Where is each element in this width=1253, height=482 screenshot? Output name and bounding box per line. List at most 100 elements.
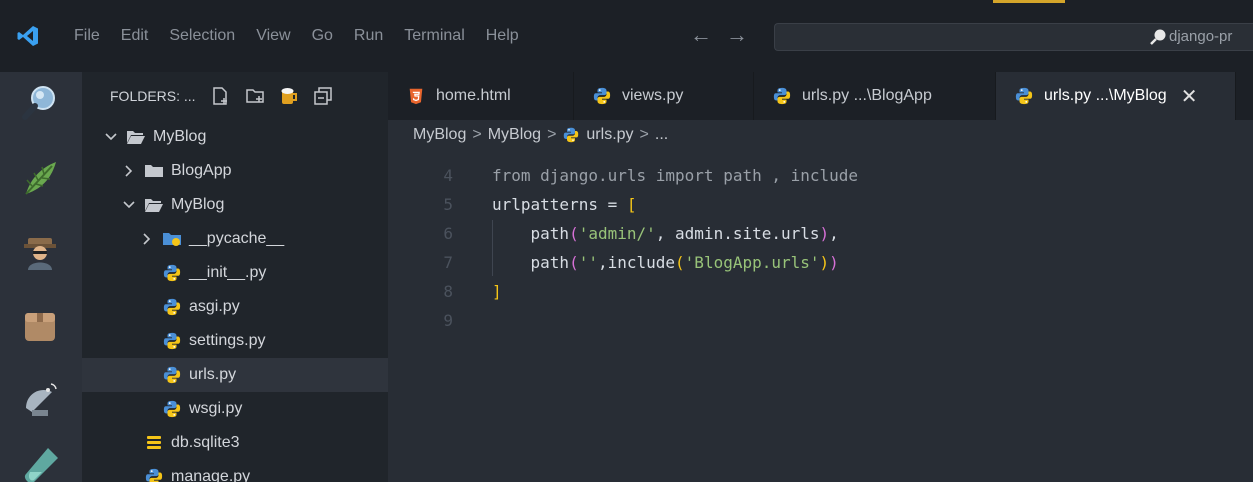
python-file-icon: [1015, 87, 1033, 105]
breadcrumb-item[interactable]: urls.py: [586, 126, 633, 144]
tree-item-label: __init__.py: [189, 264, 267, 281]
python-file-icon: [773, 87, 791, 105]
chevron-right-icon: [125, 165, 133, 177]
menu-bar: File Edit Selection View Go Run Terminal Help: [74, 0, 540, 72]
accent-indicator: [993, 0, 1065, 3]
code-token: urlpatterns =: [492, 195, 627, 214]
code-token: (: [569, 224, 579, 243]
code-text: ]: [492, 278, 502, 306]
tab-views-py[interactable]: views.py: [574, 72, 754, 120]
html-file-icon: [409, 88, 423, 105]
back-arrow-icon[interactable]: ←: [690, 24, 712, 46]
extensions-box-icon[interactable]: [18, 304, 62, 348]
menu-item-run[interactable]: Run: [354, 27, 383, 45]
search-icon: [1150, 29, 1166, 45]
tree-item-label: settings.py: [189, 332, 266, 349]
code-token: 'admin/': [578, 224, 656, 243]
breadcrumb-item[interactable]: ...: [655, 126, 668, 144]
menu-item-view[interactable]: View: [256, 27, 290, 45]
menu-item-file[interactable]: File: [74, 27, 100, 45]
breadcrumb-separator: >: [547, 126, 557, 143]
activity-bar: [0, 72, 82, 482]
code-text: path('',include('BlogApp.urls')): [492, 249, 839, 277]
vscode-logo-icon[interactable]: [16, 24, 40, 48]
testing-flask-icon[interactable]: [18, 444, 62, 482]
navigation-arrows: ← →: [690, 24, 748, 46]
line-number: 7: [443, 253, 453, 272]
code-token: ): [819, 224, 830, 243]
code-token: 'BlogApp.urls': [684, 253, 820, 272]
menu-item-go[interactable]: Go: [312, 27, 333, 45]
tree-item-wsgi-py[interactable]: wsgi.py: [82, 392, 388, 426]
tab-home-html[interactable]: home.html: [388, 72, 574, 120]
code-line: 7 path('',include('BlogApp.urls')): [388, 249, 1253, 277]
tree-item-blogapp[interactable]: BlogApp: [82, 154, 388, 188]
tree-item-settings-py[interactable]: settings.py: [82, 324, 388, 358]
line-number: 5: [443, 195, 453, 214]
tab-label: urls.py ...\MyBlog: [1044, 87, 1167, 104]
command-center-search[interactable]: django-pr: [774, 23, 1253, 51]
menu-item-selection[interactable]: Selection: [169, 27, 235, 45]
tab-urls-py-myblog[interactable]: urls.py ...\MyBlog ✕: [996, 72, 1236, 120]
tree-item-label: wsgi.py: [189, 400, 243, 417]
source-control-leaf-icon[interactable]: [18, 156, 62, 200]
tab-urls-py-blogapp[interactable]: urls.py ...\BlogApp: [754, 72, 996, 120]
new-file-icon[interactable]: [210, 85, 232, 107]
debug-agent-icon[interactable]: [18, 230, 62, 274]
tree-item-label: MyBlog: [153, 128, 207, 145]
tree-item-myblog[interactable]: MyBlog: [82, 120, 388, 154]
code-token: (: [675, 253, 685, 272]
code-text: path('admin/', admin.site.urls),: [492, 220, 839, 248]
code-token: ): [829, 253, 839, 272]
tree-item--init-py[interactable]: __init__.py: [82, 256, 388, 290]
breadcrumb-item[interactable]: MyBlog: [413, 126, 466, 144]
code-line: 8]: [388, 278, 1253, 306]
chevron-right-icon: [143, 233, 151, 245]
tree-item-urls-py[interactable]: urls.py: [82, 358, 388, 392]
tree-item-manage-py[interactable]: manage.py: [82, 460, 388, 482]
database-file-icon: [147, 436, 161, 449]
python-file-icon: [564, 127, 579, 143]
explorer-sidebar: FOLDERS: ... MyBlog BlogApp MyBlog __pycach…: [82, 72, 388, 482]
code-token: ,: [829, 224, 839, 243]
title-bar: File Edit Selection View Go Run Terminal Help ←…: [0, 0, 1253, 72]
search-magnifier-icon[interactable]: [18, 80, 62, 124]
python-file-icon: [163, 264, 181, 282]
tab-label: home.html: [436, 87, 511, 104]
menu-item-edit[interactable]: Edit: [121, 27, 149, 45]
code-editor[interactable]: from django.urls import path , include 4…: [388, 120, 1253, 482]
python-file-icon: [163, 298, 181, 316]
python-file-icon: [163, 366, 181, 384]
tree-item-db-sqlite3[interactable]: db.sqlite3: [82, 426, 388, 460]
folder-open-icon: [145, 199, 163, 212]
code-line: 6 path('admin/', admin.site.urls),: [388, 220, 1253, 248]
tree-item--pycache-[interactable]: __pycache__: [82, 222, 388, 256]
folder-open-icon: [127, 131, 145, 144]
chevron-down-icon: [123, 201, 135, 209]
refresh-beer-icon[interactable]: [278, 85, 300, 107]
folder-icon: [145, 165, 163, 177]
tree-item-label: urls.py: [189, 366, 237, 383]
tree-item-asgi-py[interactable]: asgi.py: [82, 290, 388, 324]
tree-item-label: BlogApp: [171, 162, 232, 179]
explorer-title: FOLDERS: ...: [110, 88, 196, 104]
python-folder-icon: [163, 233, 181, 246]
code-token: '': [578, 253, 598, 272]
close-tab-icon[interactable]: ✕: [1181, 84, 1198, 109]
new-folder-icon[interactable]: [244, 85, 266, 107]
code-token: [: [626, 195, 637, 214]
collapse-all-icon[interactable]: [312, 85, 334, 107]
line-number: 8: [443, 282, 453, 301]
breadcrumb: MyBlog > MyBlog > urls.py >...: [388, 120, 1253, 150]
remote-satellite-icon[interactable]: [18, 378, 62, 422]
menu-item-terminal[interactable]: Terminal: [404, 27, 464, 45]
forward-arrow-icon[interactable]: →: [726, 24, 748, 46]
tree-item-label: db.sqlite3: [171, 434, 240, 451]
menu-item-help[interactable]: Help: [486, 27, 519, 45]
python-file-icon: [163, 332, 181, 350]
breadcrumb-item[interactable]: MyBlog: [488, 126, 541, 144]
python-file-icon: [145, 468, 163, 482]
tree-item-myblog[interactable]: MyBlog: [82, 188, 388, 222]
code-token: , admin.site.urls: [655, 224, 820, 243]
python-file-icon: [163, 400, 181, 418]
